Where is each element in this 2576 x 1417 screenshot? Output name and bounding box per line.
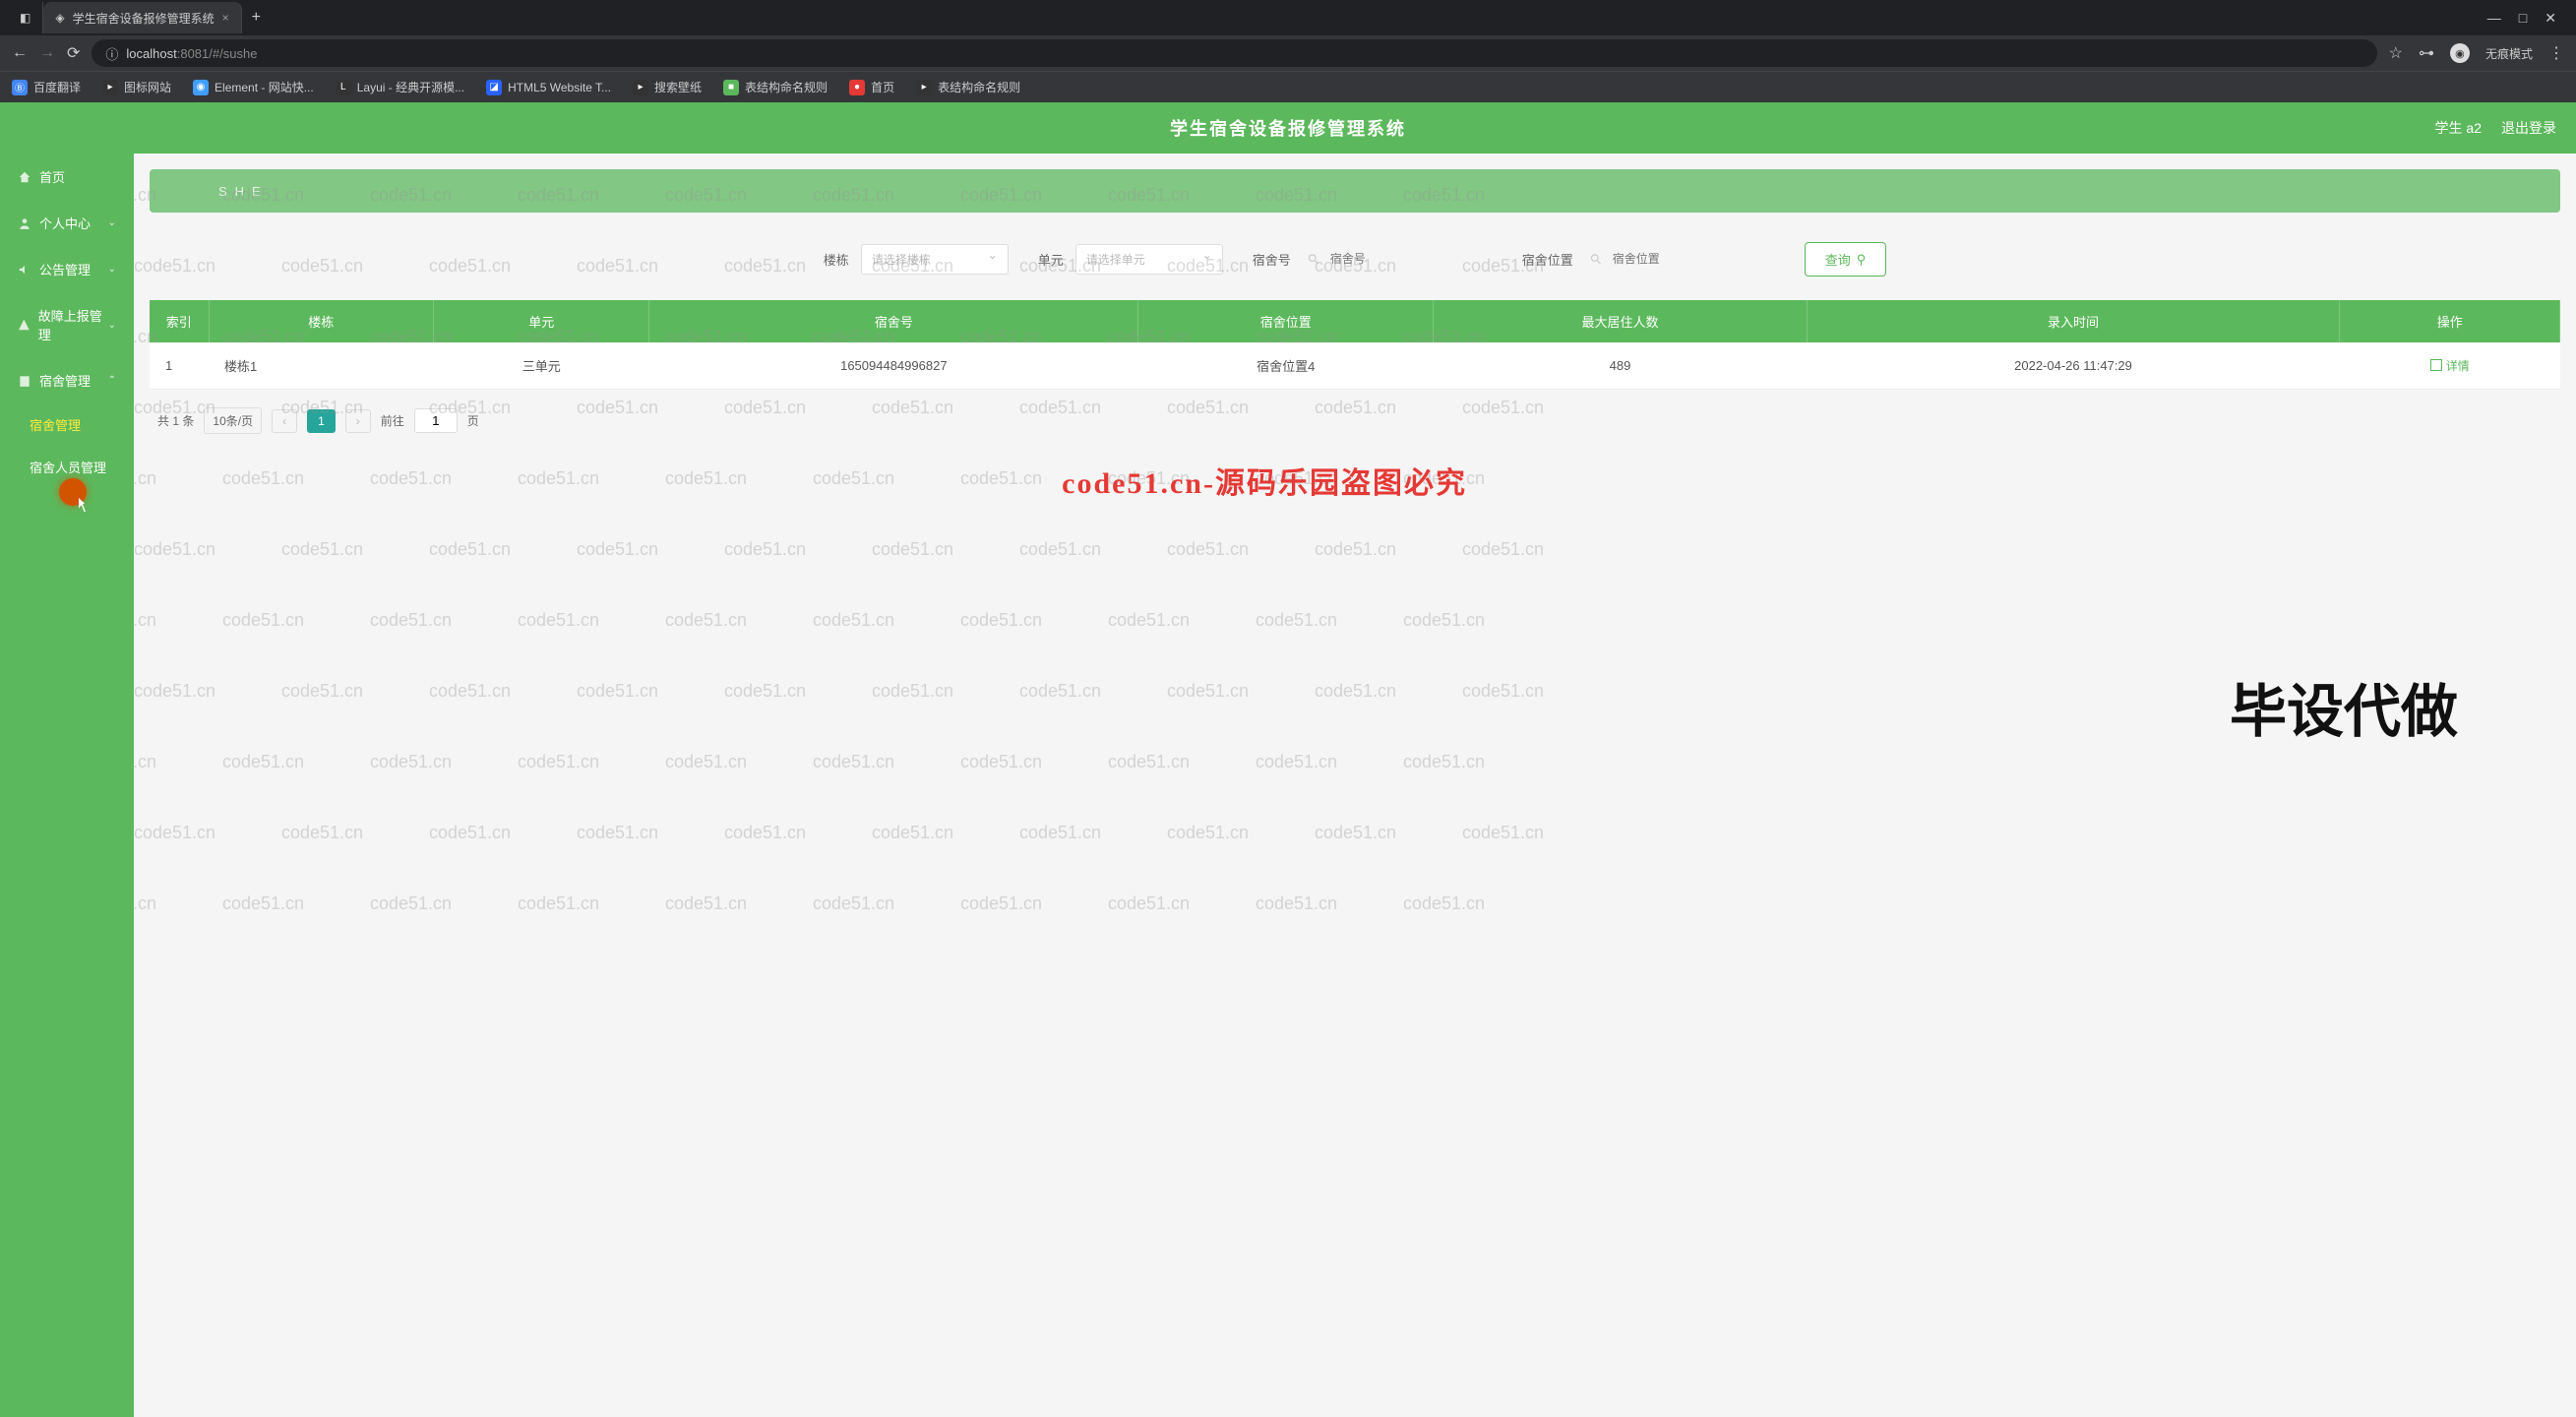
page-size-select[interactable]: 10条/页 bbox=[204, 407, 262, 434]
cursor-indicator bbox=[59, 478, 87, 506]
bookmark-element[interactable]: ◉Element - 网站快... bbox=[193, 79, 314, 95]
sidebar-subitem-dorm-members[interactable]: 宿舍人员管理 bbox=[0, 446, 134, 488]
th-dormno: 宿舍号 bbox=[649, 300, 1138, 342]
tab-blank[interactable]: ◧ bbox=[8, 2, 43, 33]
filter-dormno-label: 宿舍号 bbox=[1253, 250, 1291, 269]
megaphone-icon bbox=[18, 263, 31, 277]
filter-building-select[interactable]: 请选择楼栋 bbox=[861, 244, 1009, 275]
th-building: 楼栋 bbox=[209, 300, 433, 342]
detail-button[interactable]: 详情 bbox=[2430, 357, 2470, 374]
incognito-icon[interactable]: ◉ bbox=[2450, 43, 2470, 63]
prev-page-button[interactable]: ‹ bbox=[272, 409, 297, 433]
back-button[interactable]: ← bbox=[12, 44, 28, 62]
search-button[interactable]: 查询 ⚲ bbox=[1805, 242, 1887, 277]
pagination: 共 1 条 10条/页 ‹ 1 › 前往 页 bbox=[150, 390, 2560, 452]
incognito-label: 无痕模式 bbox=[2485, 45, 2533, 62]
info-icon: ⓘ bbox=[105, 44, 118, 63]
goto-prefix: 前往 bbox=[381, 412, 404, 429]
building-icon bbox=[18, 374, 31, 388]
star-icon[interactable]: ☆ bbox=[2389, 43, 2403, 63]
filter-dormno-input[interactable] bbox=[1303, 246, 1493, 273]
forward-button[interactable]: → bbox=[39, 44, 55, 62]
chevron-down-icon: ⌄ bbox=[108, 217, 116, 228]
next-page-button[interactable]: › bbox=[345, 409, 371, 433]
filter-building-label: 楼栋 bbox=[824, 250, 849, 269]
main-content: SHE 楼栋 请选择楼栋 单元 请选择单元 宿舍号 宿舍位置 查询 ⚲ bbox=[134, 154, 2576, 1417]
browser-chrome: ◧ ◈ 学生宿舍设备报修管理系统 × + — □ ✕ ← → ⟳ ⓘ local… bbox=[0, 0, 2576, 102]
total-label: 共 1 条 bbox=[157, 412, 194, 429]
bookmark-home[interactable]: ●首页 bbox=[849, 79, 894, 95]
watermark-big: 毕设代做 bbox=[2230, 665, 2458, 748]
user-icon bbox=[18, 216, 31, 230]
logout-link[interactable]: 退出登录 bbox=[2501, 118, 2556, 138]
goto-suffix: 页 bbox=[467, 412, 479, 429]
tab-bar: ◧ ◈ 学生宿舍设备报修管理系统 × + — □ ✕ bbox=[0, 0, 2576, 35]
watermark-red: code51.cn-源码乐园盗图必究 bbox=[1062, 459, 1467, 502]
chevron-down-icon: ⌄ bbox=[108, 320, 116, 331]
page-banner: SHE bbox=[150, 169, 2560, 213]
key-icon[interactable]: ⊶ bbox=[2419, 43, 2434, 63]
close-window-icon[interactable]: ✕ bbox=[2545, 10, 2556, 27]
sidebar-item-home[interactable]: 首页 bbox=[0, 154, 134, 200]
app-title: 学生宿舍设备报修管理系统 bbox=[1170, 115, 1406, 141]
address-bar[interactable]: ⓘ localhost:8081/#/sushe bbox=[92, 39, 2376, 67]
th-action: 操作 bbox=[2340, 300, 2560, 342]
th-created: 录入时间 bbox=[1807, 300, 2340, 342]
sidebar-item-dorm[interactable]: 宿舍管理 ⌃ bbox=[0, 357, 134, 403]
th-location: 宿舍位置 bbox=[1138, 300, 1434, 342]
window-controls: — □ ✕ bbox=[2487, 10, 2568, 27]
address-row: ← → ⟳ ⓘ localhost:8081/#/sushe ☆ ⊶ ◉ 无痕模… bbox=[0, 35, 2576, 71]
filter-location-input[interactable] bbox=[1585, 246, 1775, 273]
sidebar-subitem-dorm-manage[interactable]: 宿舍管理 bbox=[0, 403, 134, 446]
detail-icon bbox=[2430, 359, 2442, 371]
page-1-button[interactable]: 1 bbox=[307, 409, 336, 433]
user-label[interactable]: 学生 a2 bbox=[2435, 118, 2482, 138]
dorm-table: 索引 楼栋 单元 宿舍号 宿舍位置 最大居住人数 录入时间 操作 1 楼栋1 三… bbox=[150, 300, 2560, 390]
th-index: 索引 bbox=[150, 300, 209, 342]
sidebar-item-fault[interactable]: 故障上报管理 ⌄ bbox=[0, 292, 134, 357]
tab-app[interactable]: ◈ 学生宿舍设备报修管理系统 × bbox=[43, 2, 241, 33]
sidebar: 首页 个人中心 ⌄ 公告管理 ⌄ 故障上报管理 ⌄ 宿舍管理 ⌃ 宿舍管理 宿舍… bbox=[0, 154, 134, 1417]
tab-title: 学生宿舍设备报修管理系统 bbox=[73, 10, 215, 27]
filter-unit-label: 单元 bbox=[1038, 250, 1064, 269]
bookmark-icons[interactable]: ▸图标网站 bbox=[102, 79, 171, 95]
th-capacity: 最大居住人数 bbox=[1434, 300, 1807, 342]
minimize-icon[interactable]: — bbox=[2487, 10, 2501, 27]
bookmark-baidu[interactable]: Ⓑ百度翻译 bbox=[12, 79, 81, 95]
maximize-icon[interactable]: □ bbox=[2519, 10, 2527, 27]
home-icon bbox=[18, 170, 31, 184]
table-row: 1 楼栋1 三单元 165094484996827 宿舍位置4 489 2022… bbox=[150, 342, 2560, 390]
app-header: 学生宿舍设备报修管理系统 学生 a2 退出登录 bbox=[0, 102, 2576, 154]
chevron-up-icon: ⌃ bbox=[108, 375, 116, 386]
goto-page-input[interactable] bbox=[414, 408, 458, 433]
new-tab-button[interactable]: + bbox=[242, 9, 271, 27]
bookmark-wallpaper[interactable]: ▸搜索壁纸 bbox=[633, 79, 702, 95]
menu-icon[interactable]: ⋮ bbox=[2548, 43, 2564, 63]
chevron-down-icon: ⌄ bbox=[108, 264, 116, 275]
bookmarks-bar: Ⓑ百度翻译 ▸图标网站 ◉Element - 网站快... LLayui - 经… bbox=[0, 71, 2576, 102]
close-icon[interactable]: × bbox=[222, 11, 229, 25]
bookmark-naming1[interactable]: ■表结构命名规则 bbox=[723, 79, 828, 95]
filter-unit-select[interactable]: 请选择单元 bbox=[1075, 244, 1223, 275]
th-unit: 单元 bbox=[433, 300, 649, 342]
bookmark-layui[interactable]: LLayui - 经典开源模... bbox=[336, 79, 464, 95]
app-body: 首页 个人中心 ⌄ 公告管理 ⌄ 故障上报管理 ⌄ 宿舍管理 ⌃ 宿舍管理 宿舍… bbox=[0, 154, 2576, 1417]
bookmark-naming2[interactable]: ▸表结构命名规则 bbox=[916, 79, 1020, 95]
table-header-row: 索引 楼栋 单元 宿舍号 宿舍位置 最大居住人数 录入时间 操作 bbox=[150, 300, 2560, 342]
filter-bar: 楼栋 请选择楼栋 单元 请选择单元 宿舍号 宿舍位置 查询 ⚲ bbox=[150, 230, 2560, 300]
warning-icon bbox=[18, 318, 31, 332]
search-icon: ⚲ bbox=[1857, 252, 1867, 268]
sidebar-item-profile[interactable]: 个人中心 ⌄ bbox=[0, 200, 134, 246]
filter-location-label: 宿舍位置 bbox=[1522, 250, 1573, 269]
sidebar-item-notice[interactable]: 公告管理 ⌄ bbox=[0, 246, 134, 292]
reload-button[interactable]: ⟳ bbox=[67, 43, 80, 63]
bookmark-html5[interactable]: ◪HTML5 Website T... bbox=[486, 80, 611, 95]
